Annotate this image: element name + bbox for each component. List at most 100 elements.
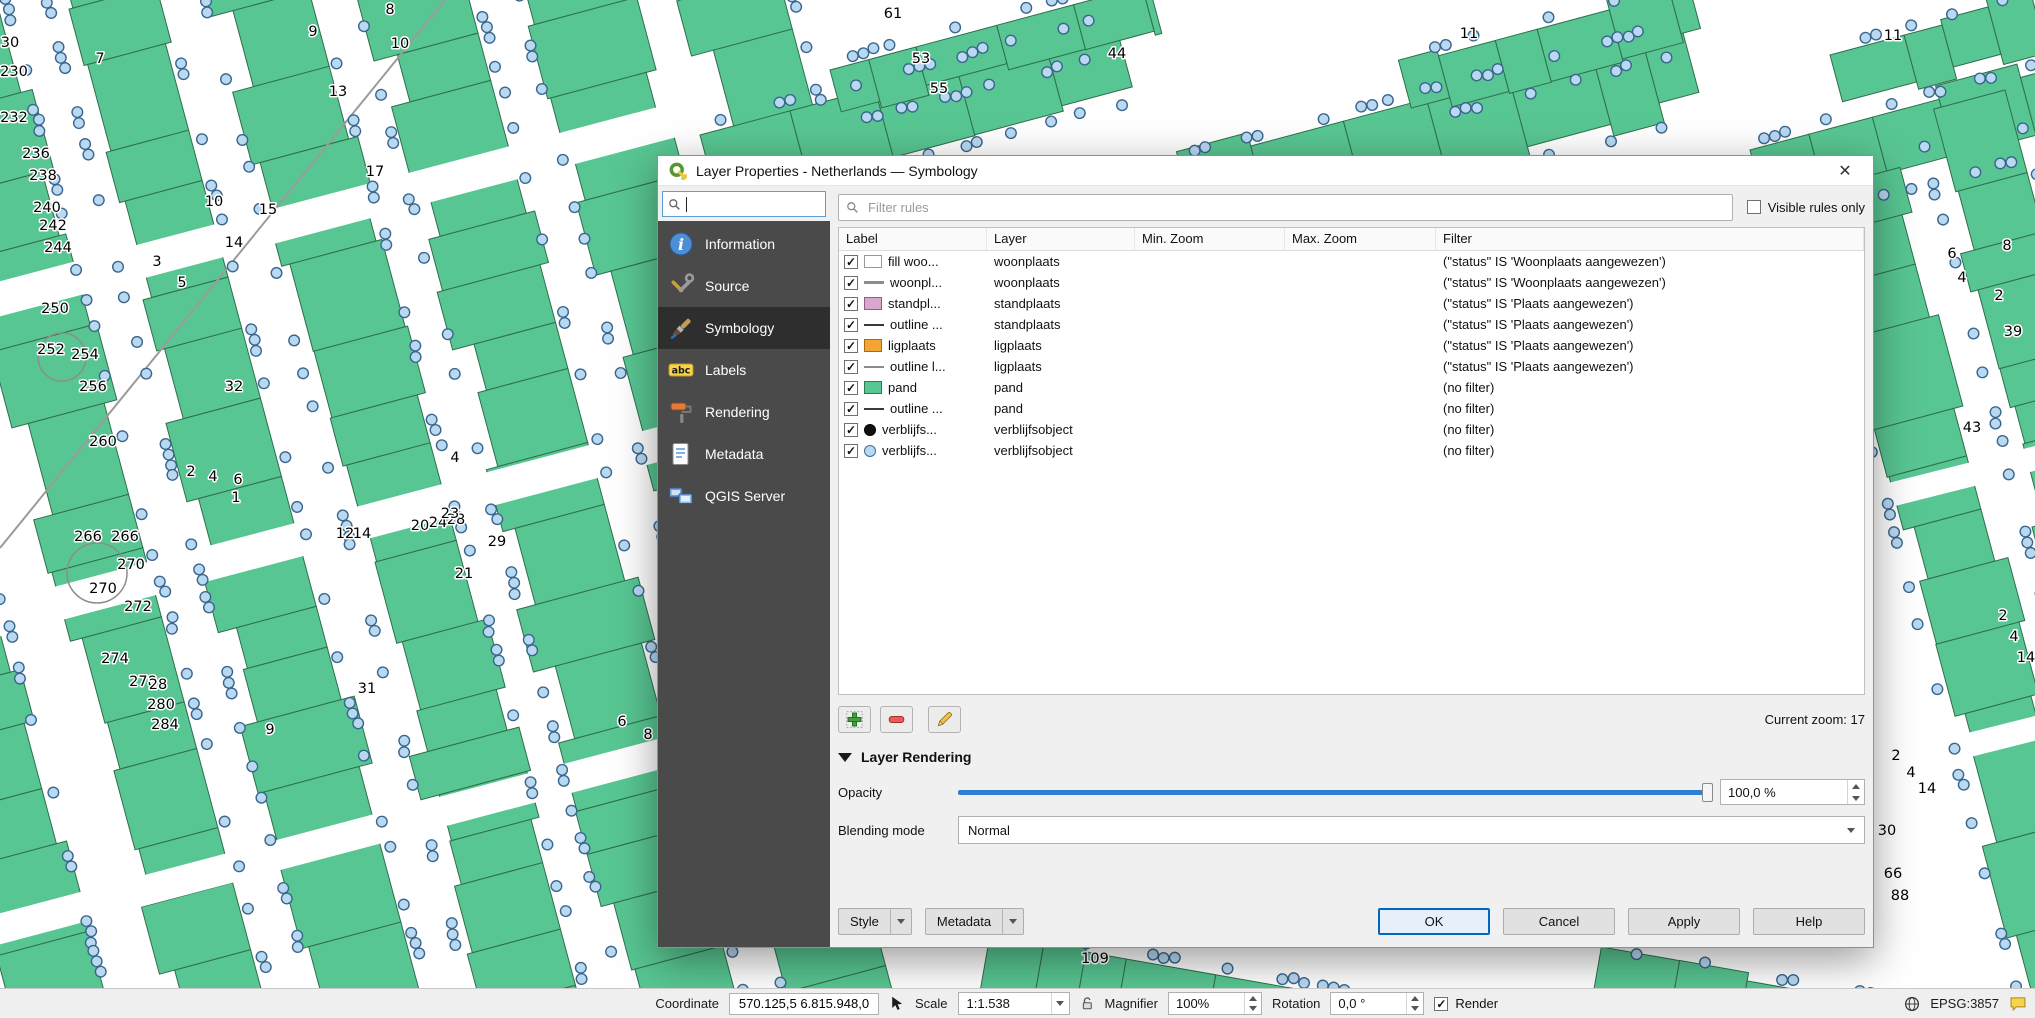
spin-arrows[interactable] bbox=[1244, 993, 1261, 1014]
visible-rules-checkbox[interactable]: Visible rules only bbox=[1747, 200, 1865, 215]
coordinate-input[interactable] bbox=[729, 993, 879, 1015]
filter-cell: (no filter) bbox=[1436, 380, 1864, 395]
rule-row[interactable]: outline l...ligplaats("status" IS 'Plaat… bbox=[839, 356, 1864, 377]
metadata-icon bbox=[668, 441, 694, 467]
style-button[interactable]: Style bbox=[838, 908, 912, 935]
sidebar-item-metadata[interactable]: Metadata bbox=[658, 433, 830, 475]
render-checkbox[interactable]: Render bbox=[1434, 996, 1498, 1011]
rule-row[interactable]: pandpand(no filter) bbox=[839, 377, 1864, 398]
filter-rules-text[interactable] bbox=[866, 199, 1725, 216]
metadata-button[interactable]: Metadata bbox=[925, 908, 1024, 935]
svg-text:4: 4 bbox=[450, 450, 459, 466]
svg-text:2: 2 bbox=[186, 464, 195, 480]
sidebar-item-rendering[interactable]: Rendering bbox=[658, 391, 830, 433]
svg-text:6: 6 bbox=[1947, 246, 1956, 262]
scale-combobox[interactable]: 1:1.538 bbox=[958, 992, 1070, 1015]
svg-text:4: 4 bbox=[2009, 629, 2018, 645]
filter-rules-input[interactable] bbox=[838, 194, 1733, 221]
crs-icon[interactable] bbox=[1904, 996, 1920, 1012]
filter-cell: ("status" IS 'Plaats aangewezen') bbox=[1436, 338, 1864, 353]
rule-visibility-checkbox[interactable] bbox=[844, 276, 858, 290]
lock-scale-icon[interactable] bbox=[1080, 996, 1095, 1011]
sidebar-search-input[interactable] bbox=[662, 191, 826, 217]
rule-visibility-checkbox[interactable] bbox=[844, 339, 858, 353]
blending-mode-dropdown[interactable]: Normal bbox=[958, 816, 1865, 844]
dialog-titlebar[interactable]: Layer Properties - Netherlands — Symbolo… bbox=[658, 156, 1873, 186]
svg-text:6: 6 bbox=[233, 472, 242, 488]
svg-text:32: 32 bbox=[225, 379, 243, 395]
column-header[interactable]: Max. Zoom bbox=[1285, 228, 1436, 250]
crs-label[interactable]: EPSG:3857 bbox=[1930, 996, 1999, 1011]
rules-table-body[interactable]: fill woo...woonplaats("status" IS 'Woonp… bbox=[839, 251, 1864, 694]
column-header[interactable]: Layer bbox=[987, 228, 1135, 250]
apply-button[interactable]: Apply bbox=[1628, 908, 1740, 935]
rule-visibility-checkbox[interactable] bbox=[844, 318, 858, 332]
layer-cell: verblijfsobject bbox=[987, 443, 1135, 458]
rule-row[interactable]: ligplaatsligplaats("status" IS 'Plaats a… bbox=[839, 335, 1864, 356]
spin-arrows[interactable] bbox=[1847, 780, 1864, 804]
ok-button[interactable]: OK bbox=[1378, 908, 1490, 935]
add-rule-button[interactable] bbox=[838, 706, 871, 733]
checkbox-box[interactable] bbox=[1747, 200, 1761, 214]
rule-row[interactable]: fill woo...woonplaats("status" IS 'Woonp… bbox=[839, 251, 1864, 272]
svg-text:31: 31 bbox=[358, 681, 376, 697]
rule-row[interactable]: outline ...pand(no filter) bbox=[839, 398, 1864, 419]
spin-arrows[interactable] bbox=[1406, 993, 1423, 1014]
svg-text:260: 260 bbox=[89, 434, 117, 450]
svg-text:11: 11 bbox=[1460, 26, 1478, 42]
rule-visibility-checkbox[interactable] bbox=[844, 444, 858, 458]
rule-label: outline ... bbox=[890, 317, 943, 332]
opacity-slider[interactable] bbox=[958, 783, 1713, 802]
remove-rule-button[interactable] bbox=[880, 706, 913, 733]
rules-table[interactable]: LabelLayerMin. ZoomMax. ZoomFilter fill … bbox=[838, 227, 1865, 695]
svg-text:270: 270 bbox=[89, 581, 117, 597]
rule-visibility-checkbox[interactable] bbox=[844, 255, 858, 269]
sidebar-item-symbology[interactable]: Symbology bbox=[658, 307, 830, 349]
rule-visibility-checkbox[interactable] bbox=[844, 360, 858, 374]
sidebar-item-source[interactable]: Source bbox=[658, 265, 830, 307]
rule-row[interactable]: verblijfs...verblijfsobject(no filter) bbox=[839, 419, 1864, 440]
checkbox-box[interactable] bbox=[1434, 997, 1448, 1011]
rule-visibility-checkbox[interactable] bbox=[844, 381, 858, 395]
column-header[interactable]: Label bbox=[839, 228, 987, 250]
column-header[interactable]: Min. Zoom bbox=[1135, 228, 1285, 250]
opacity-slider-handle[interactable] bbox=[1702, 783, 1713, 802]
rotation-spinbox[interactable]: 0,0 ° bbox=[1330, 992, 1424, 1015]
sidebar-item-qgis-server[interactable]: QGIS Server bbox=[658, 475, 830, 517]
rule-visibility-checkbox[interactable] bbox=[844, 297, 858, 311]
svg-text:8: 8 bbox=[643, 727, 652, 743]
sidebar-item-information[interactable]: iInformation bbox=[658, 223, 830, 265]
magnifier-spinbox[interactable]: 100% bbox=[1168, 992, 1262, 1015]
rule-visibility-checkbox[interactable] bbox=[844, 402, 858, 416]
help-button[interactable]: Help bbox=[1753, 908, 1865, 935]
rule-label: standpl... bbox=[888, 296, 941, 311]
svg-text:10: 10 bbox=[391, 36, 409, 52]
opacity-value: 100,0 % bbox=[1721, 785, 1847, 800]
rule-row[interactable]: outline ...standplaats("status" IS 'Plaa… bbox=[839, 314, 1864, 335]
sidebar-item-labels[interactable]: abcLabels bbox=[658, 349, 830, 391]
sidebar-item-label: Rendering bbox=[705, 404, 770, 420]
layer-cell: woonplaats bbox=[987, 275, 1135, 290]
scale-label: Scale bbox=[915, 996, 948, 1011]
rule-row[interactable]: verblijfs...verblijfsobject(no filter) bbox=[839, 440, 1864, 461]
rule-row[interactable]: woonpl...woonplaats("status" IS 'Woonpla… bbox=[839, 272, 1864, 293]
style-menu-arrow[interactable] bbox=[890, 909, 911, 934]
layer-rendering-section-header[interactable]: Layer Rendering bbox=[838, 746, 1865, 768]
opacity-spinbox[interactable]: 100,0 % bbox=[1720, 779, 1865, 805]
mouse-position-icon[interactable] bbox=[889, 996, 905, 1012]
edit-rule-button[interactable] bbox=[928, 706, 961, 733]
symbology-panel: Visible rules only LabelLayerMin. ZoomMa… bbox=[830, 186, 1873, 947]
sidebar-item-label: Metadata bbox=[705, 446, 763, 462]
log-messages-icon[interactable] bbox=[2009, 995, 2027, 1013]
chevron-down-icon[interactable] bbox=[1051, 993, 1069, 1014]
rule-label: woonpl... bbox=[890, 275, 942, 290]
rule-visibility-checkbox[interactable] bbox=[844, 423, 858, 437]
info-icon: i bbox=[668, 231, 694, 257]
column-header[interactable]: Filter bbox=[1436, 228, 1864, 250]
rule-label: fill woo... bbox=[888, 254, 939, 269]
rule-row[interactable]: standpl...standplaats("status" IS 'Plaat… bbox=[839, 293, 1864, 314]
metadata-menu-arrow[interactable] bbox=[1002, 909, 1023, 934]
cancel-button[interactable]: Cancel bbox=[1503, 908, 1615, 935]
svg-text:39: 39 bbox=[2004, 324, 2022, 340]
close-button[interactable]: ✕ bbox=[1827, 156, 1863, 185]
